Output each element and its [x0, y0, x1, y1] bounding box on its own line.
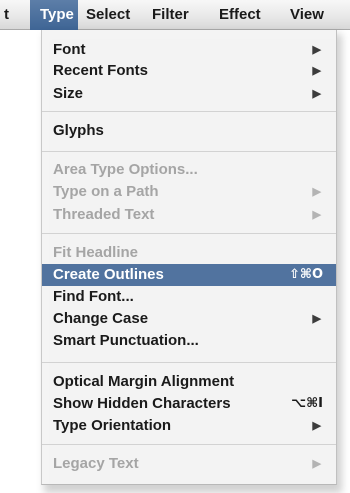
menu-item-change-case[interactable]: Change Case ▶ [42, 309, 336, 329]
menu-item-label: Glyphs [53, 122, 104, 139]
menu-divider [42, 151, 336, 152]
menubar-item-label: Type [40, 6, 74, 23]
menu-item-label: Recent Fonts [53, 62, 149, 79]
menu-item-label: Size [53, 85, 84, 102]
menu-divider [42, 233, 336, 234]
menubar-item-type[interactable]: Type [30, 0, 78, 30]
menu-item-area-type-options: Area Type Options... [42, 160, 336, 180]
submenu-arrow-icon: ▶ [312, 458, 321, 470]
menu-item-label: Fit Headline [53, 244, 139, 261]
submenu-arrow-icon: ▶ [312, 209, 321, 221]
submenu-arrow-icon: ▶ [312, 88, 321, 100]
menu-item-label: Font [53, 41, 86, 58]
menu-item-recent-fonts[interactable]: Recent Fonts ▶ [42, 61, 336, 81]
menu-item-create-outlines[interactable]: Create Outlines ⇧⌘O [42, 264, 336, 286]
menu-item-label: Type Orientation [53, 417, 172, 434]
menu-item-find-font[interactable]: Find Font... [42, 287, 336, 307]
menu-item-label: Type on a Path [53, 183, 159, 200]
menu-divider [42, 362, 336, 363]
menubar-item-label: Effect [219, 6, 261, 23]
menubar-item-effect[interactable]: Effect [219, 0, 261, 30]
menubar-item-view[interactable]: View [290, 0, 324, 30]
menubar-item-label: View [290, 6, 324, 23]
menu-item-label: Optical Margin Alignment [53, 373, 235, 390]
menu-item-label: Legacy Text [53, 455, 139, 472]
menu-item-label: Find Font... [53, 288, 134, 305]
menu-item-smart-punctuation[interactable]: Smart Punctuation... [42, 331, 336, 351]
submenu-arrow-icon: ▶ [312, 65, 321, 77]
menu-item-label: Show Hidden Characters [53, 395, 231, 412]
shortcut-label: ⇧⌘O [288, 267, 323, 282]
menu-item-size[interactable]: Size ▶ [42, 84, 336, 104]
submenu-arrow-icon: ▶ [312, 186, 321, 198]
menubar-item-filter[interactable]: Filter [152, 0, 189, 30]
menu-item-legacy-text: Legacy Text ▶ [42, 454, 336, 474]
menu-item-label: Smart Punctuation... [53, 332, 199, 349]
menubar-item-label: Filter [152, 6, 189, 23]
menu-item-label: Change Case [53, 310, 149, 327]
menubar: t Type Select Filter Effect View [0, 0, 350, 30]
menu-item-fit-headline: Fit Headline [42, 243, 336, 263]
menu-item-type-on-a-path: Type on a Path ▶ [42, 182, 336, 202]
menu-item-font[interactable]: Font ▶ [42, 40, 336, 60]
submenu-arrow-icon: ▶ [312, 313, 321, 325]
menu-item-label: Create Outlines [53, 266, 164, 283]
menu-divider [42, 444, 336, 445]
menubar-item-edit-partial[interactable]: t [4, 0, 18, 30]
menu-item-label: Area Type Options... [53, 161, 198, 178]
menu-divider [42, 111, 336, 112]
menubar-item-select[interactable]: Select [86, 0, 130, 30]
menubar-item-label: Select [86, 6, 131, 23]
menu-item-label: Threaded Text [53, 206, 155, 223]
menu-item-glyphs[interactable]: Glyphs [42, 121, 336, 141]
menu-item-type-orientation[interactable]: Type Orientation ▶ [42, 416, 336, 436]
shortcut-label: ⌥⌘I [291, 396, 323, 411]
menu-item-optical-margin-alignment[interactable]: Optical Margin Alignment [42, 372, 336, 392]
submenu-arrow-icon: ▶ [312, 44, 321, 56]
menubar-item-label: t [4, 6, 9, 23]
type-menu-dropdown: Font ▶ Recent Fonts ▶ Size ▶ Glyphs Area… [41, 30, 337, 485]
submenu-arrow-icon: ▶ [312, 420, 321, 432]
menu-item-threaded-text: Threaded Text ▶ [42, 205, 336, 225]
menu-item-show-hidden-characters[interactable]: Show Hidden Characters ⌥⌘I [42, 394, 336, 414]
